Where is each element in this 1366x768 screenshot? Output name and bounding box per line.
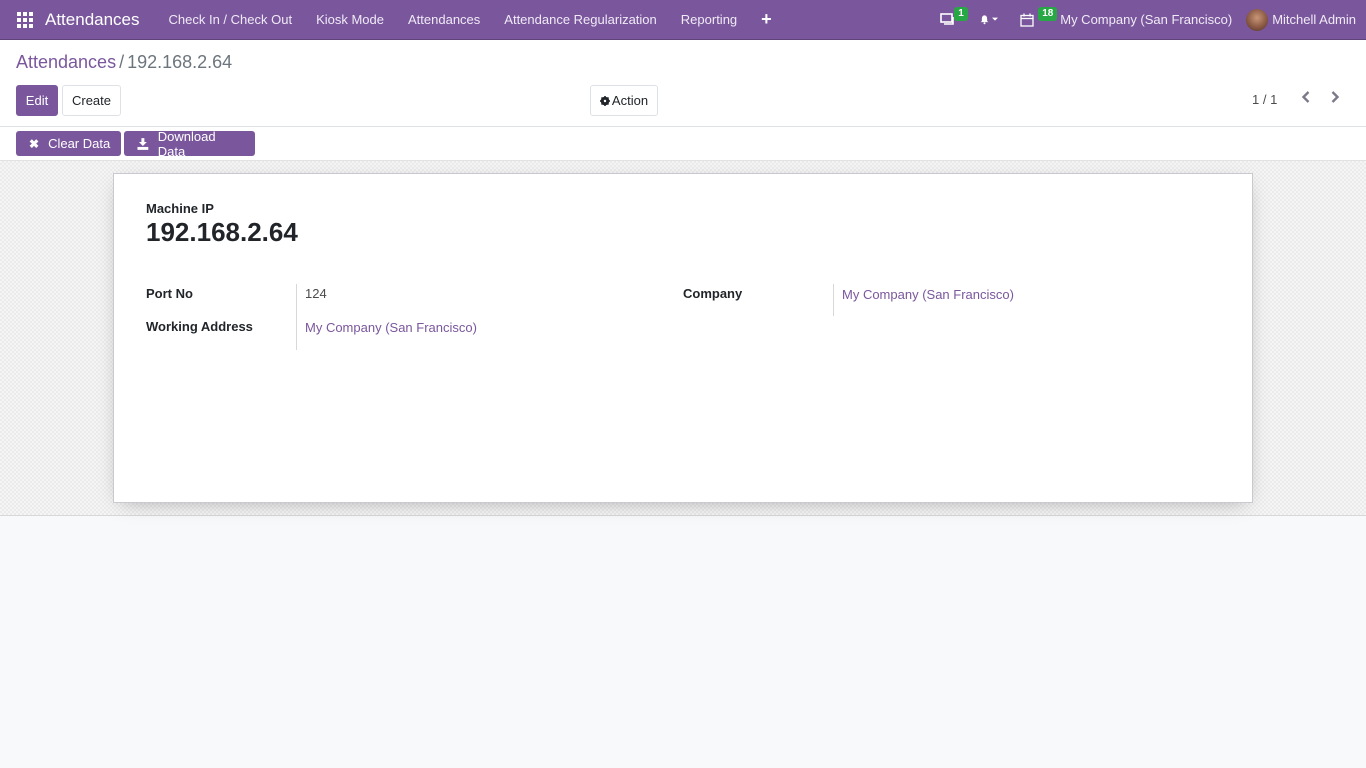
caret-down-icon <box>992 17 999 21</box>
bell-icon <box>980 15 989 25</box>
menu-attendance-regularization[interactable]: Attendance Regularization <box>492 0 669 40</box>
app-name[interactable]: Attendances <box>45 10 140 30</box>
working-address-link[interactable]: My Company (San Francisco) <box>305 320 477 335</box>
user-menu[interactable]: Mitchell Admin <box>1246 8 1366 31</box>
menu-attendances[interactable]: Attendances <box>396 0 492 40</box>
app-switcher-button[interactable] <box>0 0 48 40</box>
gear-icon <box>599 95 610 106</box>
messages-badge: 1 <box>954 6 968 21</box>
chevron-left-icon <box>1301 91 1310 103</box>
clear-data-label: Clear Data <box>48 136 111 151</box>
edit-button[interactable]: Edit <box>16 85 58 116</box>
control-panel: Attendances/192.168.2.64 Edit Create Act… <box>0 40 1366 127</box>
plus-icon[interactable]: + <box>749 9 784 30</box>
company-label: Company <box>683 286 743 301</box>
notifications-button[interactable] <box>968 0 1006 40</box>
company-switcher[interactable]: My Company (San Francisco) <box>1048 12 1246 27</box>
create-button[interactable]: Create <box>62 85 121 116</box>
breadcrumb-current: 192.168.2.64 <box>127 52 233 72</box>
machine-ip-label: Machine IP <box>146 201 214 216</box>
pager-previous-button[interactable] <box>1301 90 1311 108</box>
menu-reporting[interactable]: Reporting <box>669 0 749 40</box>
menu-check-in-out[interactable]: Check In / Check Out <box>157 0 305 40</box>
download-icon <box>137 137 149 150</box>
field-divider <box>296 284 297 350</box>
close-icon: ✖ <box>29 136 40 151</box>
avatar <box>1246 8 1269 31</box>
action-label: Action <box>611 93 649 108</box>
activities-button[interactable]: 18 <box>1006 0 1058 40</box>
form-sheet: Machine IP 192.168.2.64 Port No 124 Work… <box>113 173 1253 503</box>
port-no-value: 124 <box>305 286 327 301</box>
menu-kiosk-mode[interactable]: Kiosk Mode <box>304 0 396 40</box>
top-navbar: Attendances Check In / Check Out Kiosk M… <box>0 0 1366 40</box>
apps-grid-icon <box>17 11 33 28</box>
activities-badge: 18 <box>1038 6 1058 21</box>
chevron-right-icon <box>1331 91 1340 103</box>
breadcrumb-attendances-link[interactable]: Attendances <box>16 52 116 72</box>
form-header-buttons: ✖ Clear Data Download Data <box>0 127 1366 161</box>
calendar-icon <box>1020 13 1034 27</box>
breadcrumb: Attendances/192.168.2.64 <box>16 52 232 73</box>
company-link[interactable]: My Company (San Francisco) <box>842 287 1014 302</box>
messages-button[interactable]: 1 <box>932 0 968 40</box>
pager-next-button[interactable] <box>1330 90 1340 108</box>
action-button[interactable]: Action <box>590 85 658 116</box>
download-data-button[interactable]: Download Data <box>124 128 255 159</box>
breadcrumb-separator: / <box>119 52 125 72</box>
download-data-label: Download Data <box>157 128 216 159</box>
port-no-label: Port No <box>146 286 193 301</box>
machine-ip-value: 192.168.2.64 <box>146 217 298 247</box>
working-address-label: Working Address <box>146 319 253 334</box>
pager-value[interactable]: 1 / 1 <box>1252 92 1277 107</box>
field-divider <box>833 284 834 316</box>
chat-icon <box>940 12 955 25</box>
user-name: Mitchell Admin <box>1272 12 1356 27</box>
clear-data-button[interactable]: ✖ Clear Data <box>16 131 121 156</box>
